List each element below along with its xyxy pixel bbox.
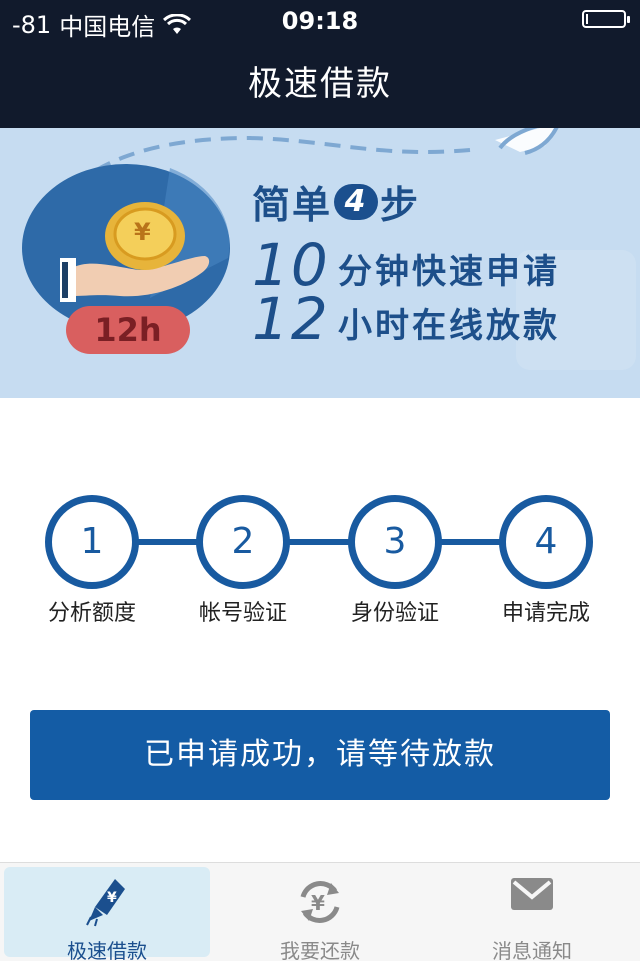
headline-step-count: 4 [334,183,379,220]
step-circle: 3 [348,495,442,589]
svg-text:¥: ¥ [311,891,325,915]
step-label: 身份验证 [350,601,439,626]
step-item: 2 帐号验证 [168,495,318,627]
rocket-icon [495,128,559,155]
battery-level [586,14,588,24]
step-label: 申请完成 [501,601,590,626]
page-title: 极速借款 [248,64,392,104]
headline-prefix: 简单 [252,183,333,227]
banner-headline: 简单 4 步 [252,174,420,229]
envelope-icon [511,878,553,910]
step-circle: 4 [499,495,593,589]
feature-text: 分钟快速申请 [338,252,560,292]
battery-icon [582,10,630,28]
status-bar: -81 中国电信 09:18 [0,0,640,41]
feature-text: 小时在线放款 [338,306,560,346]
coin-currency-symbol: ¥ [134,218,151,246]
feature-number: 12 [252,285,330,353]
rocket-yen-icon: ¥ [86,879,125,927]
banner-feature: 12 小时在线放款 [252,290,560,348]
tab-messages[interactable]: 消息通知 [428,867,636,963]
clock: 09:18 [281,7,359,35]
yen-cycle-icon: ¥ [300,881,340,923]
time-badge: 12h [94,311,162,349]
progress-steps: 1 分析额度 2 帐号验证 3 身份验证 4 申请完成 [0,495,640,627]
application-status-button[interactable]: 已申请成功，请等待放款 [30,710,610,800]
step-circle: 1 [45,495,139,589]
promo-banner: ¥ 12h 简单 4 步 10 分钟快速申请 12 小时在线放款 [0,128,640,398]
step-item: 4 申请完成 [471,495,621,627]
svg-text:¥: ¥ [107,890,117,906]
headline-suffix: 步 [380,183,421,227]
step-item: 1 分析额度 [17,495,167,627]
step-label: 帐号验证 [198,601,287,626]
tab-bar: ¥ 极速借款 ¥ 我要还款 消息通知 [0,862,640,963]
tab-quick-loan[interactable]: ¥ 极速借款 [4,867,210,963]
step-label: 分析额度 [47,601,136,626]
step-item: 3 身份验证 [320,495,470,627]
tab-repay[interactable]: ¥ 我要还款 [216,867,424,963]
step-circle: 2 [196,495,290,589]
nav-bar: 极速借款 [0,40,640,128]
